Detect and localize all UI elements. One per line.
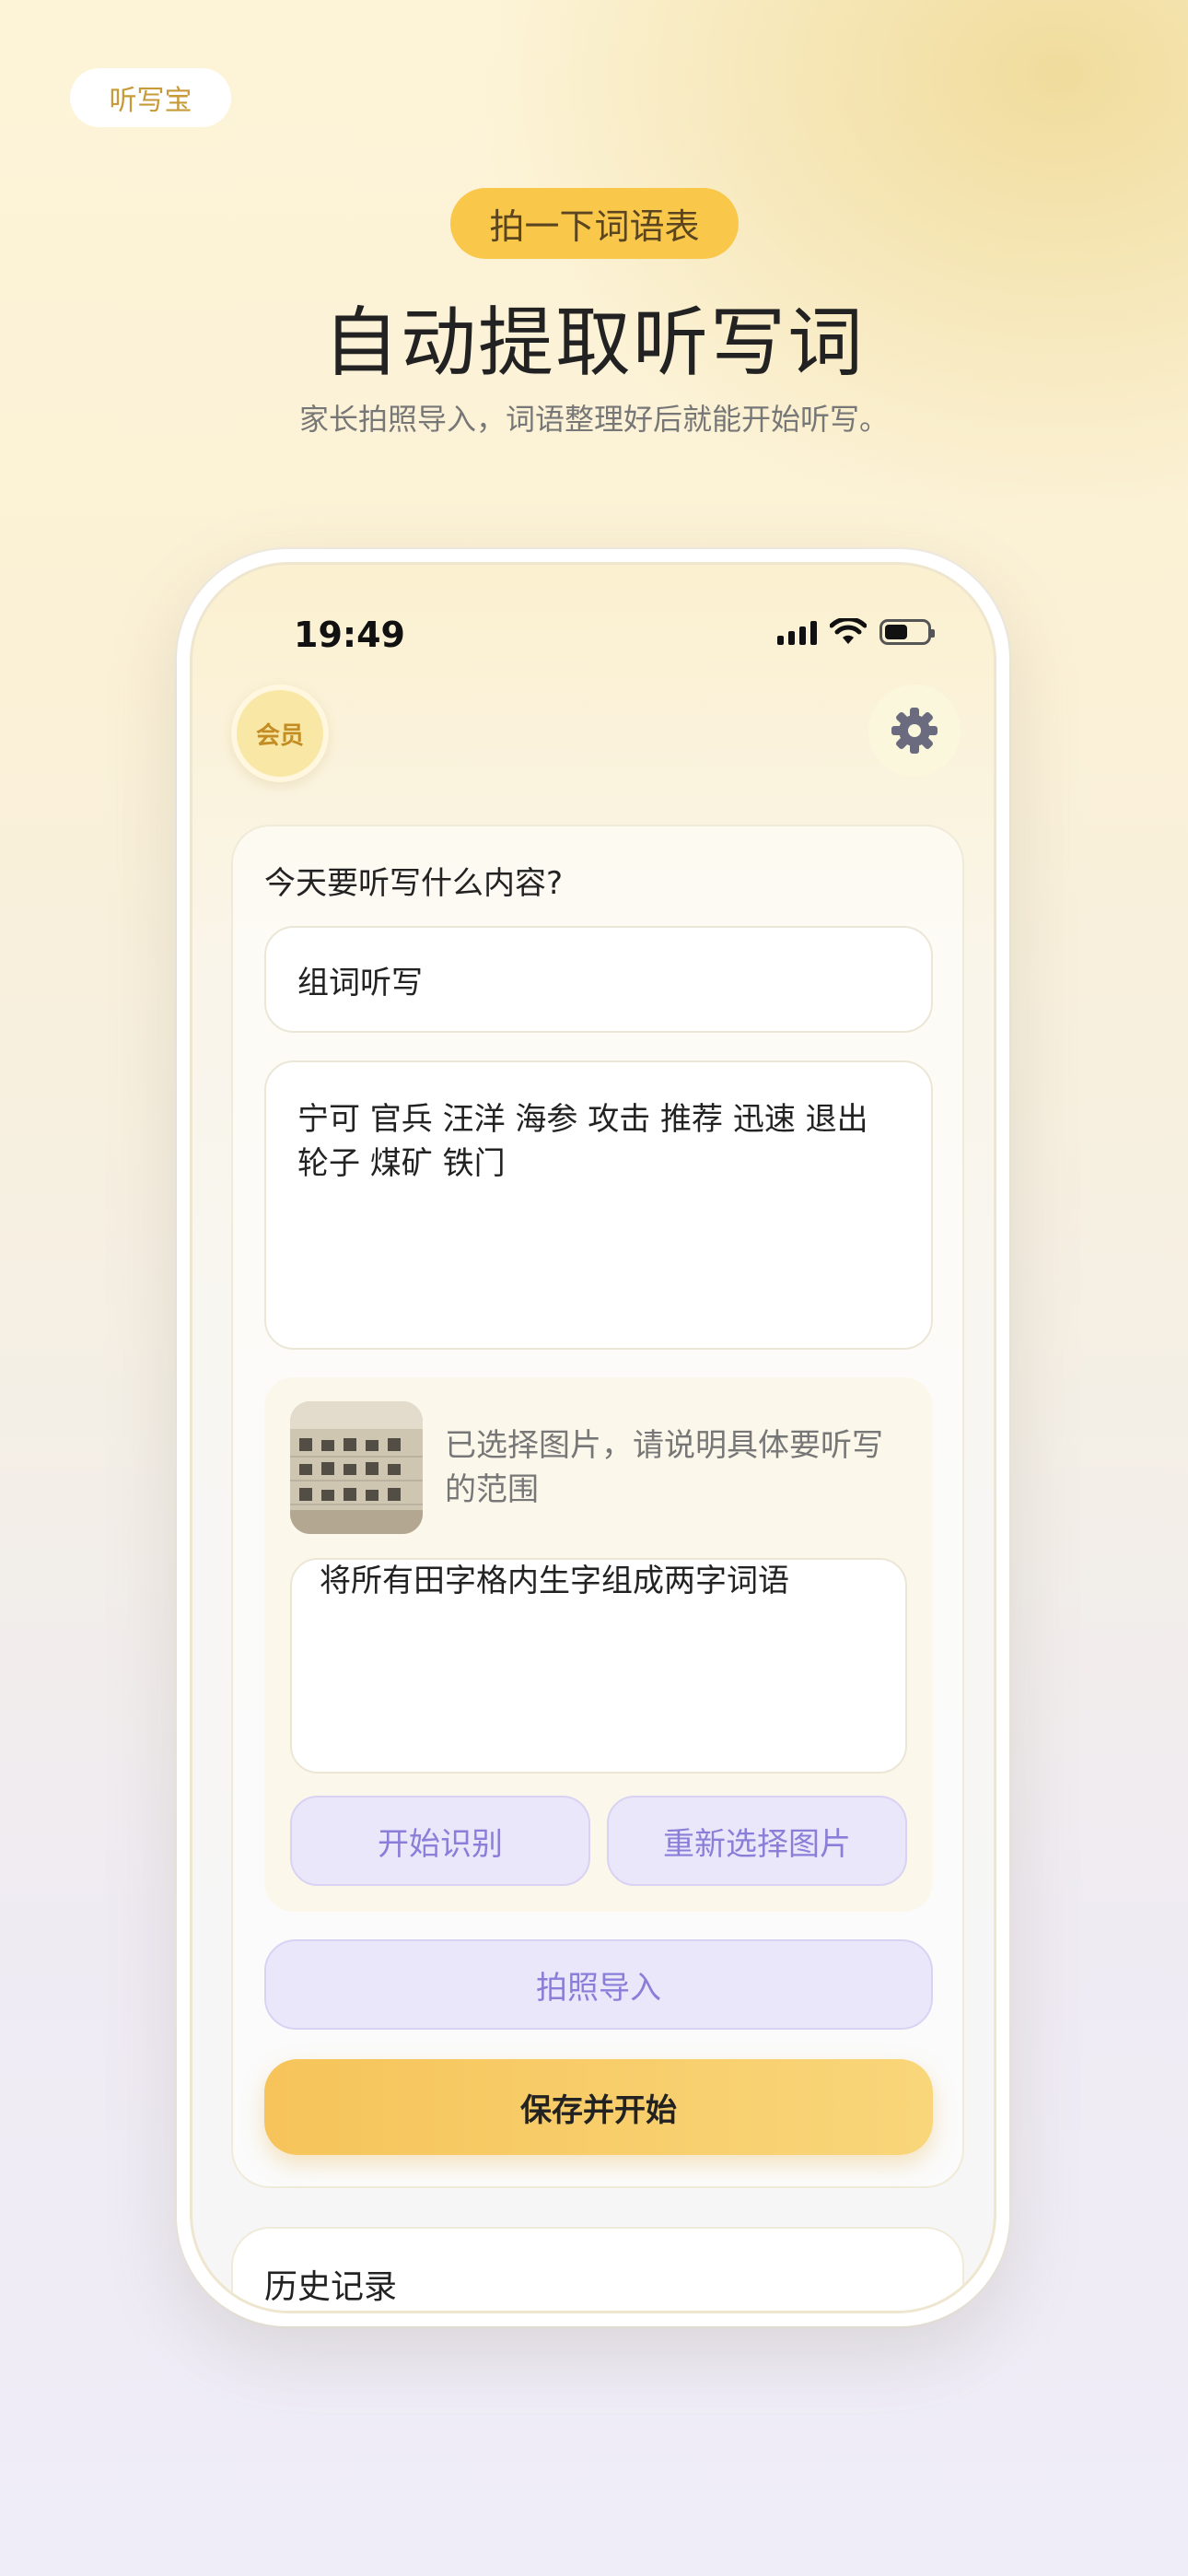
phone-screen: 19:49 会员 今天要听写什么内容? 组词听写 宁可 官兵 汪洋 海参 攻击 … — [190, 562, 996, 2313]
photo-import-button[interactable]: 拍照导入 — [264, 1939, 933, 2030]
app-name-tag: 听写宝 — [70, 68, 231, 127]
words-textarea[interactable]: 宁可 官兵 汪洋 海参 攻击 推荐 迅速 退出 轮子 煤矿 铁门 — [264, 1060, 933, 1350]
save-and-start-button[interactable]: 保存并开始 — [264, 2059, 933, 2155]
hero-subtitle: 家长拍照导入，词语整理好后就能开始听写。 — [298, 402, 889, 437]
gear-icon — [891, 708, 938, 754]
signal-icon — [777, 619, 817, 645]
status-icons — [777, 618, 935, 646]
photo-import-panel: 已选择图片，请说明具体要听写的范围 将所有田字格内生字组成两字词语 开始识别 重… — [264, 1377, 933, 1912]
history-card[interactable]: 历史记录 — [231, 2227, 964, 2311]
reselect-photo-button[interactable]: 重新选择图片 — [607, 1796, 907, 1886]
hero-title: 自动提取听写词 — [322, 299, 865, 387]
selected-photo-thumbnail[interactable] — [290, 1401, 423, 1534]
card-question: 今天要听写什么内容? — [264, 865, 564, 902]
range-textarea[interactable]: 将所有田字格内生字组成两字词语 — [290, 1558, 907, 1774]
status-time: 19:49 — [294, 615, 405, 655]
hero-pill: 拍一下词语表 — [450, 188, 739, 259]
settings-button[interactable] — [868, 685, 961, 777]
phone-mockup: 19:49 会员 今天要听写什么内容? 组词听写 宁可 官兵 汪洋 海参 攻击 … — [177, 549, 1009, 2326]
start-recognition-button[interactable]: 开始识别 — [290, 1796, 590, 1886]
wifi-icon — [830, 618, 867, 644]
battery-icon — [879, 619, 935, 645]
photo-hint-text: 已选择图片，请说明具体要听写的范围 — [445, 1427, 883, 1508]
member-button[interactable]: 会员 — [231, 685, 329, 782]
title-input[interactable]: 组词听写 — [264, 926, 933, 1033]
history-title: 历史记录 — [264, 2268, 398, 2306]
dictation-setup-card: 今天要听写什么内容? 组词听写 宁可 官兵 汪洋 海参 攻击 推荐 迅速 退出 … — [231, 825, 964, 2188]
